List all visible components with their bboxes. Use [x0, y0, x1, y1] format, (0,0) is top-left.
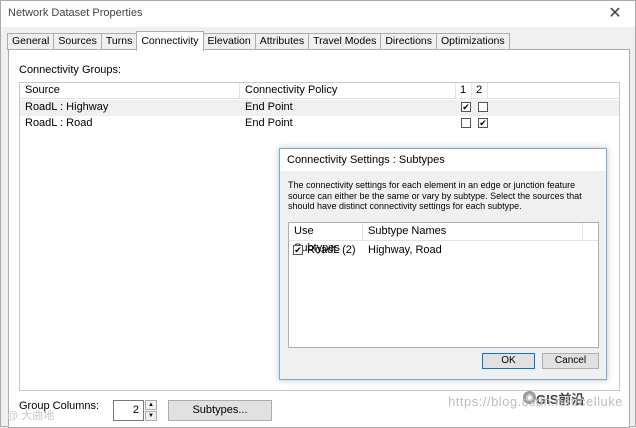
tab-attributes[interactable]: Attributes	[254, 33, 310, 50]
column-header-subtype-names[interactable]: Subtype Names	[363, 223, 583, 241]
subtype-source: RoadL (2)	[307, 244, 356, 256]
column-header-group-1[interactable]: 1	[456, 83, 472, 99]
group-columns-value[interactable]: 2	[113, 400, 144, 421]
watermark-logo: @ 大曲地	[7, 410, 55, 422]
connectivity-groups-label: Connectivity Groups:	[19, 64, 122, 76]
close-icon[interactable]: ✕	[605, 3, 625, 23]
grid-header: Source Connectivity Policy 1 2	[20, 83, 619, 99]
dialog-description: The connectivity settings for each eleme…	[288, 180, 582, 211]
title-bar: Network Dataset Properties ✕	[1, 1, 635, 27]
subtypes-grid: Use Subtypes Subtype Names ✔ RoadL (2) H…	[288, 222, 599, 348]
dialog-title-bar: Connectivity Settings : Subtypes	[280, 149, 606, 171]
tab-strip: General Sources Turns Connectivity Eleva…	[7, 31, 510, 51]
list-item[interactable]: ✔ RoadL (2) Highway, Road	[289, 243, 598, 259]
dialog-title: Connectivity Settings : Subtypes	[287, 154, 445, 166]
tab-turns[interactable]: Turns	[100, 33, 138, 50]
tab-directions[interactable]: Directions	[380, 33, 438, 50]
connectivity-settings-subtypes-dialog: Connectivity Settings : Subtypes The con…	[279, 148, 607, 380]
column-header-group-2[interactable]: 2	[472, 83, 488, 99]
column-header-policy[interactable]: Connectivity Policy	[240, 83, 456, 99]
cancel-button[interactable]: Cancel	[542, 353, 599, 369]
column-header-source[interactable]: Source	[20, 83, 240, 99]
watermark-url: https://blog.csdn.net/celluke	[448, 394, 623, 409]
tab-general[interactable]: General	[7, 33, 55, 50]
row-policy[interactable]: End Point	[240, 100, 293, 115]
group-2-checkbox[interactable]	[478, 102, 488, 112]
row-source: RoadL : Highway	[25, 101, 109, 113]
row-source: RoadL : Road	[25, 117, 93, 129]
subtypes-grid-header: Use Subtypes Subtype Names	[289, 223, 598, 254]
table-row[interactable]: RoadL : Highway End Point ✔	[20, 100, 619, 116]
stepper-up-icon[interactable]: ▲	[145, 400, 157, 410]
tab-sources[interactable]: Sources	[53, 33, 102, 50]
window-title: Network Dataset Properties	[8, 7, 143, 19]
subtype-names: Highway, Road	[368, 244, 442, 256]
tab-elevation[interactable]: Elevation	[202, 33, 256, 50]
subtypes-button[interactable]: Subtypes...	[168, 400, 272, 421]
table-row[interactable]: RoadL : Road End Point ✔	[20, 116, 619, 132]
tab-travel-modes[interactable]: Travel Modes	[308, 33, 382, 50]
group-1-checkbox[interactable]: ✔	[461, 102, 471, 112]
stepper-down-icon[interactable]: ▼	[145, 411, 157, 421]
row-policy[interactable]: End Point	[240, 116, 293, 131]
tab-optimizations[interactable]: Optimizations	[436, 33, 510, 50]
ok-button[interactable]: OK	[482, 353, 535, 369]
group-columns-stepper[interactable]: 2 ▲ ▼	[113, 400, 157, 421]
tab-connectivity[interactable]: Connectivity	[136, 31, 204, 51]
group-1-checkbox[interactable]	[461, 118, 471, 128]
column-header-use-subtypes[interactable]: Use Subtypes	[289, 223, 363, 254]
group-2-checkbox[interactable]: ✔	[478, 118, 488, 128]
